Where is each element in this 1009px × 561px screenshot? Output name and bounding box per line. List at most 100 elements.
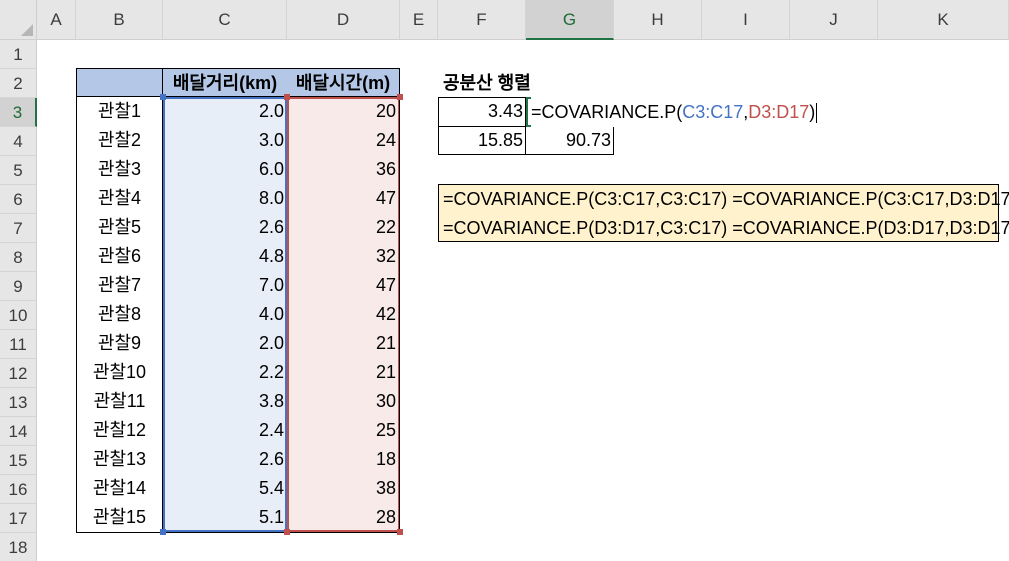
row-header-9[interactable]: 9 bbox=[0, 272, 37, 301]
time-value[interactable]: 25 bbox=[287, 416, 399, 445]
time-value[interactable]: 18 bbox=[287, 445, 399, 474]
time-value[interactable]: 32 bbox=[287, 242, 399, 271]
observation-label[interactable]: 관찰15 bbox=[76, 503, 163, 532]
note-line-2: =COVARIANCE.P(D3:D17,C3:C17) =COVARIANCE… bbox=[443, 218, 1009, 238]
observation-label[interactable]: 관찰1 bbox=[76, 97, 163, 126]
header-distance-label: 배달거리(km) bbox=[172, 73, 278, 93]
range-handle[interactable] bbox=[397, 529, 403, 535]
time-value[interactable]: 20 bbox=[287, 97, 399, 126]
distance-value[interactable]: 2.6 bbox=[163, 213, 287, 242]
distance-value[interactable]: 2.6 bbox=[163, 445, 287, 474]
row-header-8[interactable]: 8 bbox=[0, 243, 37, 272]
cell-f3[interactable]: 3.43 bbox=[438, 97, 526, 126]
column-header-c[interactable]: C bbox=[163, 0, 287, 40]
cell-f4[interactable]: 15.85 bbox=[438, 126, 526, 155]
row-header-13[interactable]: 13 bbox=[0, 388, 37, 417]
select-all-corner[interactable] bbox=[0, 0, 37, 40]
row-header-18[interactable]: 18 bbox=[0, 533, 37, 561]
row-header-10[interactable]: 10 bbox=[0, 301, 37, 330]
time-value[interactable]: 21 bbox=[287, 329, 399, 358]
time-value[interactable]: 42 bbox=[287, 300, 399, 329]
range-handle[interactable] bbox=[160, 529, 166, 535]
row-header-11[interactable]: 11 bbox=[0, 330, 37, 359]
observation-label[interactable]: 관찰6 bbox=[76, 242, 163, 271]
column-header-e[interactable]: E bbox=[400, 0, 438, 40]
table-divider bbox=[162, 68, 163, 533]
row-header-14[interactable]: 14 bbox=[0, 417, 37, 446]
time-value[interactable]: 38 bbox=[287, 474, 399, 503]
covariance-title: 공분산 행렬 bbox=[443, 73, 531, 93]
time-value[interactable]: 24 bbox=[287, 126, 399, 155]
table-header-divider bbox=[76, 96, 400, 97]
observation-label[interactable]: 관찰3 bbox=[76, 155, 163, 184]
observation-label[interactable]: 관찰4 bbox=[76, 184, 163, 213]
row-header-6[interactable]: 6 bbox=[0, 185, 37, 214]
row-header-7[interactable]: 7 bbox=[0, 214, 37, 243]
range-handle[interactable] bbox=[284, 94, 290, 100]
observation-label[interactable]: 관찰5 bbox=[76, 213, 163, 242]
time-value[interactable]: 22 bbox=[287, 213, 399, 242]
spreadsheet[interactable]: ABCDEFGHIJK 1 2 3 4 5 6 7 8 9 10 11 12 13 14 15 16 17 18 … bbox=[0, 0, 1009, 561]
time-value[interactable]: 36 bbox=[287, 155, 399, 184]
distance-value[interactable]: 4.8 bbox=[163, 242, 287, 271]
time-value[interactable]: 28 bbox=[287, 503, 399, 532]
range-handle[interactable] bbox=[284, 529, 290, 535]
formula-ref-time: D3:D17 bbox=[748, 102, 810, 122]
observation-label[interactable]: 관찰2 bbox=[76, 126, 163, 155]
table-header-distance[interactable]: 배달거리(km) bbox=[163, 69, 287, 97]
column-header-j[interactable]: J bbox=[790, 0, 878, 40]
header-time-label: 배달시간(m) bbox=[295, 73, 391, 93]
distance-value[interactable]: 2.2 bbox=[163, 358, 287, 387]
distance-value[interactable]: 3.0 bbox=[163, 126, 287, 155]
column-header-k[interactable]: K bbox=[878, 0, 1009, 40]
column-header-g[interactable]: G bbox=[526, 0, 614, 40]
row-header-17[interactable]: 17 bbox=[0, 504, 37, 533]
cell-g4[interactable]: 90.73 bbox=[526, 126, 614, 155]
time-value[interactable]: 21 bbox=[287, 358, 399, 387]
column-header-f[interactable]: F bbox=[438, 0, 526, 40]
distance-value[interactable]: 5.1 bbox=[163, 503, 287, 532]
range-handle[interactable] bbox=[160, 94, 166, 100]
distance-value[interactable]: 7.0 bbox=[163, 271, 287, 300]
row-header-2[interactable]: 2 bbox=[0, 69, 37, 98]
observation-label[interactable]: 관찰9 bbox=[76, 329, 163, 358]
column-header-i[interactable]: I bbox=[702, 0, 790, 40]
row-header-4[interactable]: 4 bbox=[0, 127, 37, 156]
row-header-1[interactable]: 1 bbox=[0, 40, 37, 69]
column-header-b[interactable]: B bbox=[76, 0, 163, 40]
table-header-time[interactable]: 배달시간(m) bbox=[287, 69, 399, 97]
distance-value[interactable]: 5.4 bbox=[163, 474, 287, 503]
observation-label[interactable]: 관찰13 bbox=[76, 445, 163, 474]
observation-label[interactable]: 관찰8 bbox=[76, 300, 163, 329]
text-cursor bbox=[816, 103, 818, 124]
table-header-blank[interactable] bbox=[76, 69, 163, 97]
time-value[interactable]: 47 bbox=[287, 184, 399, 213]
row-header-16[interactable]: 16 bbox=[0, 475, 37, 504]
column-header-a[interactable]: A bbox=[37, 0, 76, 40]
distance-value[interactable]: 6.0 bbox=[163, 155, 287, 184]
formula-prefix: =COVARIANCE.P( bbox=[531, 102, 683, 122]
column-header-h[interactable]: H bbox=[614, 0, 702, 40]
row-header-5[interactable]: 5 bbox=[0, 156, 37, 185]
distance-value[interactable]: 4.0 bbox=[163, 300, 287, 329]
observation-label[interactable]: 관찰12 bbox=[76, 416, 163, 445]
distance-value[interactable]: 3.8 bbox=[163, 387, 287, 416]
row-header-12[interactable]: 12 bbox=[0, 359, 37, 388]
note-line-1: =COVARIANCE.P(C3:C17,C3:C17) =COVARIANCE… bbox=[443, 189, 1009, 209]
time-value[interactable]: 47 bbox=[287, 271, 399, 300]
range-handle[interactable] bbox=[397, 94, 403, 100]
row-header-15[interactable]: 15 bbox=[0, 446, 37, 475]
distance-value[interactable]: 2.0 bbox=[163, 97, 287, 126]
observation-label[interactable]: 관찰11 bbox=[76, 387, 163, 416]
distance-value[interactable]: 2.4 bbox=[163, 416, 287, 445]
observation-label[interactable]: 관찰7 bbox=[76, 271, 163, 300]
column-header-d[interactable]: D bbox=[287, 0, 400, 40]
distance-value[interactable]: 2.0 bbox=[163, 329, 287, 358]
observation-label[interactable]: 관찰10 bbox=[76, 358, 163, 387]
observation-label[interactable]: 관찰14 bbox=[76, 474, 163, 503]
time-value[interactable]: 30 bbox=[287, 387, 399, 416]
cell-g3-formula-editor[interactable]: =COVARIANCE.P(C3:C17,D3:D17) bbox=[531, 97, 820, 127]
distance-value[interactable]: 8.0 bbox=[163, 184, 287, 213]
row-header-3[interactable]: 3 bbox=[0, 98, 37, 127]
formula-ref-distance: C3:C17 bbox=[682, 102, 744, 122]
